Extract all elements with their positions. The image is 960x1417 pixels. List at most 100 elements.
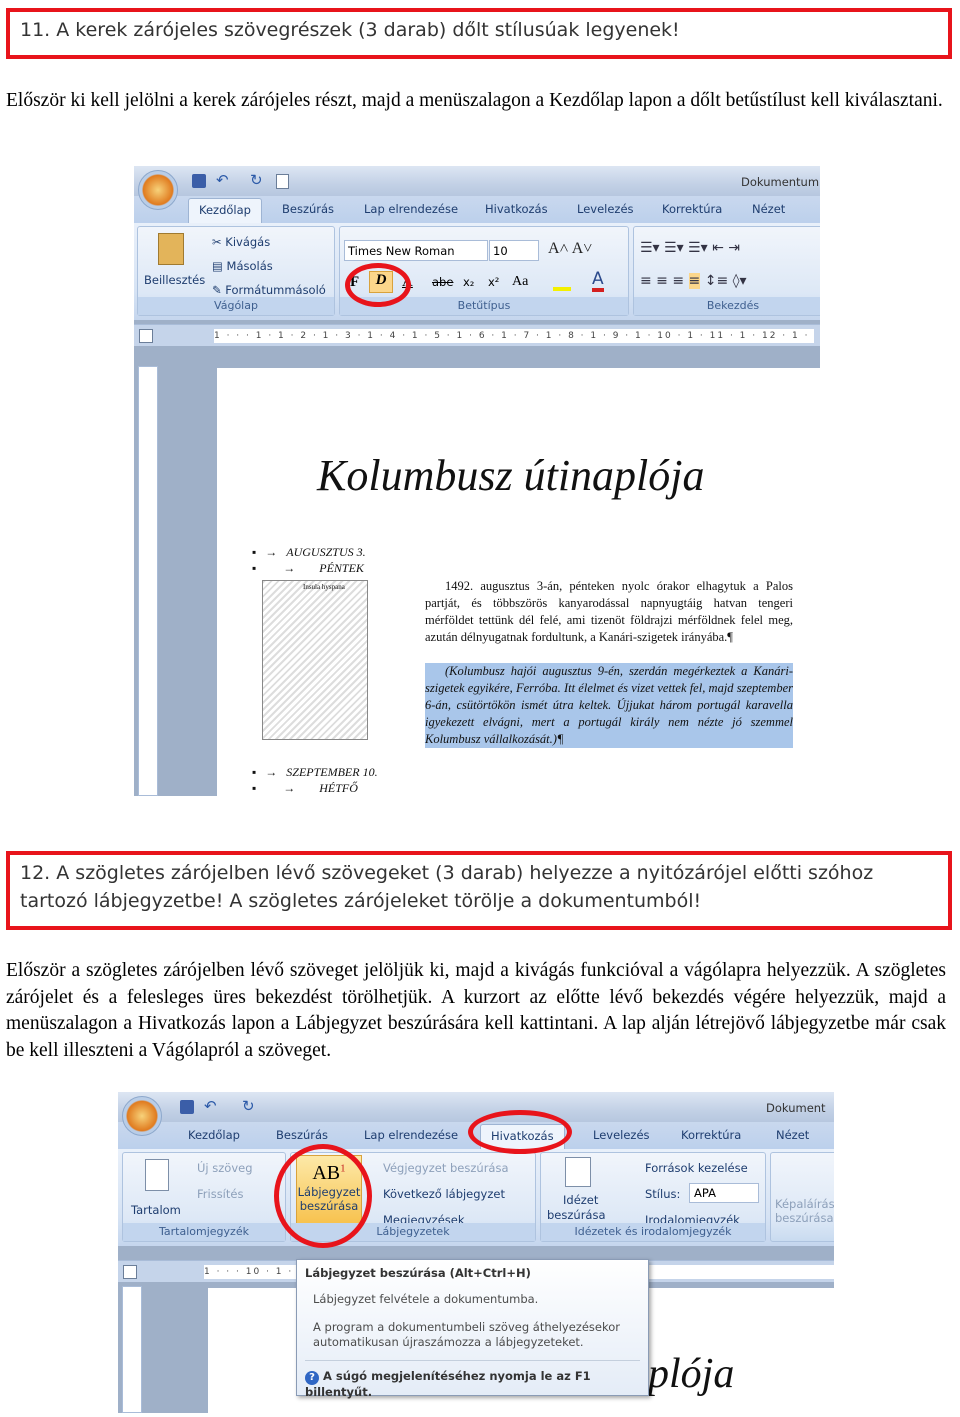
superscript-button[interactable]: x² <box>488 275 499 289</box>
copy-label: Másolás <box>226 259 273 273</box>
add-text-button[interactable]: Új szöveg <box>197 1161 253 1175</box>
insert-caption-label-2[interactable]: beszúrása <box>775 1211 834 1225</box>
copy-button[interactable]: ▤ Másolás <box>212 259 273 273</box>
format-painter-label: Formátummásoló <box>225 283 326 297</box>
font-color-icon[interactable]: A <box>592 271 604 292</box>
vertical-ruler[interactable] <box>138 366 158 796</box>
tab-levelezes[interactable]: Levelezés <box>593 1128 650 1142</box>
tab-kezdolap[interactable]: Kezdőlap <box>188 1128 240 1142</box>
tooltip-help: A súgó megjelenítéséhez nyomja le az F1 … <box>305 1369 591 1399</box>
entry-date-1-text: AUGUSZTUS 3. <box>286 545 366 559</box>
clipboard-group: Beillesztés ✂ Kivágás ▤ Másolás ✎ Formát… <box>137 226 335 316</box>
style-select[interactable]: APA <box>689 1183 759 1203</box>
captions-group: Képaláírás beszúrása <box>770 1152 834 1242</box>
entry-date-2-text: SZEPTEMBER 10. <box>286 765 378 779</box>
insert-endnote-button[interactable]: Végjegyzet beszúrása <box>383 1161 509 1175</box>
redo-icon[interactable]: ↻ <box>250 171 263 189</box>
print-preview-icon[interactable] <box>276 174 289 189</box>
insert-citation-label-1[interactable]: Idézet <box>563 1193 598 1207</box>
tooltip-title: Lábjegyzet beszúrása (Alt+Ctrl+H) <box>305 1266 531 1280</box>
footnote-highlight-circle <box>274 1144 372 1248</box>
task-12-instruction: Először a szögletes zárójelben lévő szöv… <box>6 960 946 1061</box>
tab-hivatkozas[interactable]: Hivatkozás <box>485 202 548 216</box>
paragraph-group: ☰▾ ☰▾ ☰▾ ⇤ ⇥ ≡ ≡ ≡ ≡ ↕≡ ◊▾ Bekezdés <box>633 226 820 316</box>
image-caption: Insula hyspana <box>303 583 345 591</box>
tab-selector-icon[interactable] <box>139 329 153 343</box>
ribbon-2: Tartalom Új szöveg Frissítés Tartalomjeg… <box>118 1149 834 1246</box>
ruler-scale: 1 · · · 1 · 1 · 2 · 1 · 3 · 1 · 4 · 1 · … <box>214 329 814 343</box>
horizontal-ruler[interactable]: 1 · · · 1 · 1 · 2 · 1 · 3 · 1 · 4 · 1 · … <box>134 324 820 346</box>
highlight-icon[interactable] <box>553 275 571 291</box>
selected-paragraph: (Kolumbusz hajói augusztus 9-én, szerdán… <box>425 663 793 748</box>
clipboard-group-label: Vágólap <box>138 297 334 315</box>
redo-icon[interactable]: ↻ <box>242 1097 255 1115</box>
cut-button[interactable]: ✂ Kivágás <box>212 235 270 249</box>
toc-button[interactable]: Tartalom <box>131 1203 181 1217</box>
word-screenshot-2: ↶ ↻ Dokument Kezdőlap Beszúrás Lap elren… <box>118 1092 834 1413</box>
ship-illustration: Insula hyspana <box>262 580 368 740</box>
tab-nezet[interactable]: Nézet <box>752 202 785 216</box>
change-case-button[interactable]: Aa <box>512 274 528 290</box>
footnote-tooltip: Lábjegyzet beszúrása (Alt+Ctrl+H) Lábjeg… <box>296 1259 649 1399</box>
task-11-heading-box: 11. A kerek zárójeles szövegrészek (3 da… <box>6 8 952 59</box>
office-button-icon[interactable] <box>138 170 178 210</box>
entry-day-1-text: PÉNTEK <box>319 561 364 575</box>
citations-group: Idézet beszúrása Források kezelése Stílu… <box>540 1152 766 1242</box>
italic-highlight-circle <box>345 263 411 307</box>
tab-lap-elrendezese[interactable]: Lap elrendezése <box>364 1128 458 1142</box>
tab-korrektura[interactable]: Korrektúra <box>681 1128 741 1142</box>
tab-selector-icon[interactable] <box>123 1265 137 1279</box>
undo-icon[interactable]: ↶ <box>216 171 229 189</box>
task-12-heading: 12. A szögletes zárójelben lévő szövegek… <box>20 862 874 912</box>
grow-font-icon[interactable]: A˄ A˅ <box>548 240 592 258</box>
window-title-2: Dokument <box>766 1101 826 1115</box>
entry-day-1: ▪ → PÉNTEK <box>252 561 364 575</box>
task-11-heading: 11. A kerek zárójeles szövegrészek (3 da… <box>20 19 680 41</box>
cut-label: Kivágás <box>225 235 271 249</box>
office-button-icon[interactable] <box>122 1096 162 1136</box>
format-painter-button[interactable]: ✎ Formátummásoló <box>212 283 326 297</box>
window-title: Dokumentum <box>741 175 820 189</box>
document-title: Kolumbusz útinaplója <box>317 451 705 500</box>
tooltip-line2: A program a dokumentumbeli szöveg áthely… <box>313 1320 620 1349</box>
help-icon: ? <box>305 1371 319 1385</box>
update-table-button[interactable]: Frissítés <box>197 1187 243 1201</box>
toc-icon[interactable] <box>145 1159 169 1191</box>
undo-icon[interactable]: ↶ <box>204 1097 217 1115</box>
tab-levelezes[interactable]: Levelezés <box>577 202 634 216</box>
paste-icon[interactable] <box>158 233 184 265</box>
list-icons[interactable]: ☰▾ ☰▾ ☰▾ ⇤ ⇥ <box>640 240 740 256</box>
entry-date-2: ▪ → SZEPTEMBER 10. <box>252 765 378 779</box>
font-name-select[interactable]: Times New Roman <box>344 240 488 261</box>
save-icon[interactable] <box>192 174 206 188</box>
tab-lap-elrendezese[interactable]: Lap elrendezése <box>364 202 458 216</box>
align-icons[interactable]: ≡ ≡ ≡ ≡ ↕≡ ◊▾ <box>640 273 747 289</box>
insert-citation-label-2[interactable]: beszúrása <box>547 1208 606 1222</box>
word-screenshot-1: ↶ ↻ Dokumentum Kezdőlap Beszúrás Lap elr… <box>134 166 820 796</box>
insert-citation-icon[interactable] <box>565 1157 591 1187</box>
entry-day-2: ▪ → HÉTFŐ <box>252 781 358 795</box>
strikethrough-button[interactable]: abe <box>432 275 453 289</box>
document-title-fragment: plója <box>648 1351 735 1397</box>
citations-group-label: Idézetek és irodalomjegyzék <box>541 1223 765 1241</box>
tab-nezet[interactable]: Nézet <box>776 1128 809 1142</box>
save-icon[interactable] <box>180 1100 194 1114</box>
document-page: Kolumbusz útinaplója ▪ → AUGUSZTUS 3. ▪ … <box>217 368 820 796</box>
title-bar-2: ↶ ↻ Dokument <box>118 1092 834 1136</box>
ribbon-tabs: Kezdőlap Beszúrás Lap elrendezése Hivatk… <box>134 196 820 223</box>
vertical-ruler-2[interactable] <box>122 1286 142 1413</box>
font-size-select[interactable]: 10 <box>489 240 539 261</box>
entry-date-1: ▪ → AUGUSZTUS 3. <box>252 545 366 559</box>
tab-kezdolap[interactable]: Kezdőlap <box>188 198 262 223</box>
paste-button[interactable]: Beillesztés <box>144 273 205 287</box>
tab-beszuras[interactable]: Beszúrás <box>282 202 334 216</box>
next-footnote-button[interactable]: Következő lábjegyzet <box>383 1187 505 1201</box>
hivatkozas-highlight-circle <box>468 1110 572 1154</box>
tooltip-help-row: ? A súgó megjelenítéséhez nyomja le az F… <box>305 1360 640 1399</box>
tab-korrektura[interactable]: Korrektúra <box>662 202 722 216</box>
manage-sources-button[interactable]: Források kezelése <box>645 1161 748 1175</box>
subscript-button[interactable]: x₂ <box>463 275 474 289</box>
toc-group: Tartalom Új szöveg Frissítés Tartalomjeg… <box>122 1152 286 1242</box>
tab-beszuras[interactable]: Beszúrás <box>276 1128 328 1142</box>
insert-caption-label-1[interactable]: Képaláírás <box>775 1197 834 1211</box>
